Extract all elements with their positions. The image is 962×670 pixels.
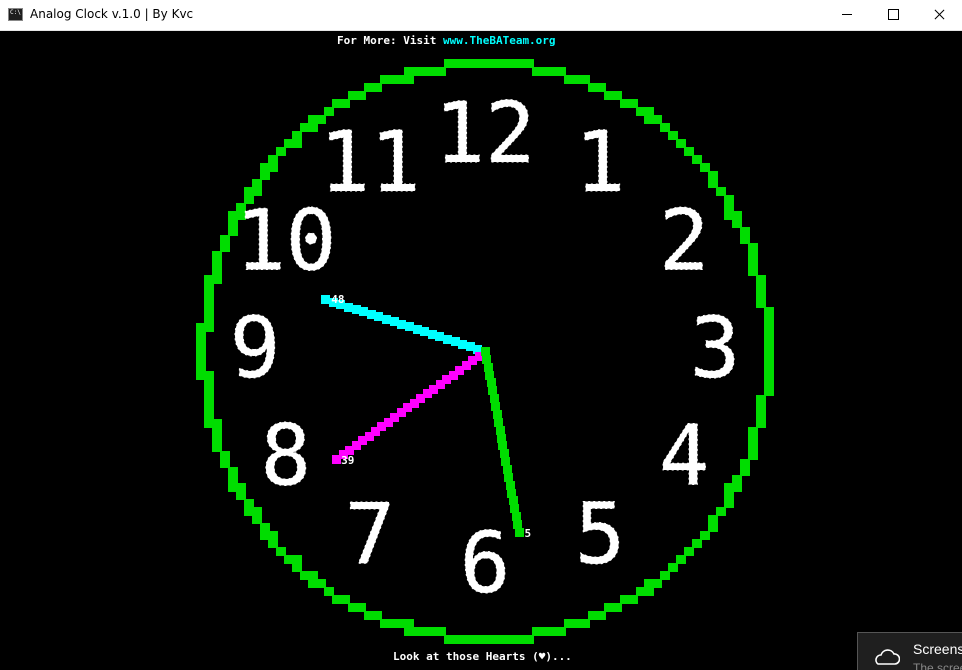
hour-numeral-9: 9: [230, 299, 281, 397]
hour-numeral-1: 1: [575, 113, 626, 211]
hour-numeral-8: 8: [261, 407, 312, 505]
hour-numeral-4: 4: [659, 407, 710, 505]
hour-numeral-12: 12: [434, 84, 535, 182]
minimize-button[interactable]: [824, 0, 870, 30]
minute-hand: [332, 347, 490, 464]
minute-hand-label: 39: [341, 454, 354, 467]
hour-numeral-11: 11: [319, 113, 420, 211]
hour-numeral-6: 6: [460, 514, 511, 612]
close-button[interactable]: [916, 0, 962, 30]
console-app-icon: [8, 8, 23, 21]
hour-numeral-3: 3: [690, 299, 741, 397]
title-bar: Analog Clock v.1.0 | By Kvc: [0, 0, 962, 31]
analog-clock: 12 123456789101148395: [196, 59, 774, 644]
toast-body: The screenshot was added to your OneDriv…: [913, 661, 962, 670]
maximize-button[interactable]: [870, 0, 916, 30]
window-title: Analog Clock v.1.0 | By Kvc: [30, 7, 194, 21]
onedrive-cloud-icon: [875, 649, 900, 665]
toast-title: Screenshot saved: [913, 641, 962, 657]
second-hand: [321, 295, 490, 356]
hour-hand-label: 5: [525, 527, 532, 540]
hour-hand: [481, 347, 524, 537]
hour-numeral-2: 2: [659, 192, 710, 290]
second-hand-label: 48: [331, 293, 344, 306]
screenshot-toast[interactable]: Screenshot saved The screenshot was adde…: [857, 632, 962, 670]
hour-numeral-5: 5: [575, 485, 626, 583]
hour-numeral-7: 7: [345, 485, 396, 583]
